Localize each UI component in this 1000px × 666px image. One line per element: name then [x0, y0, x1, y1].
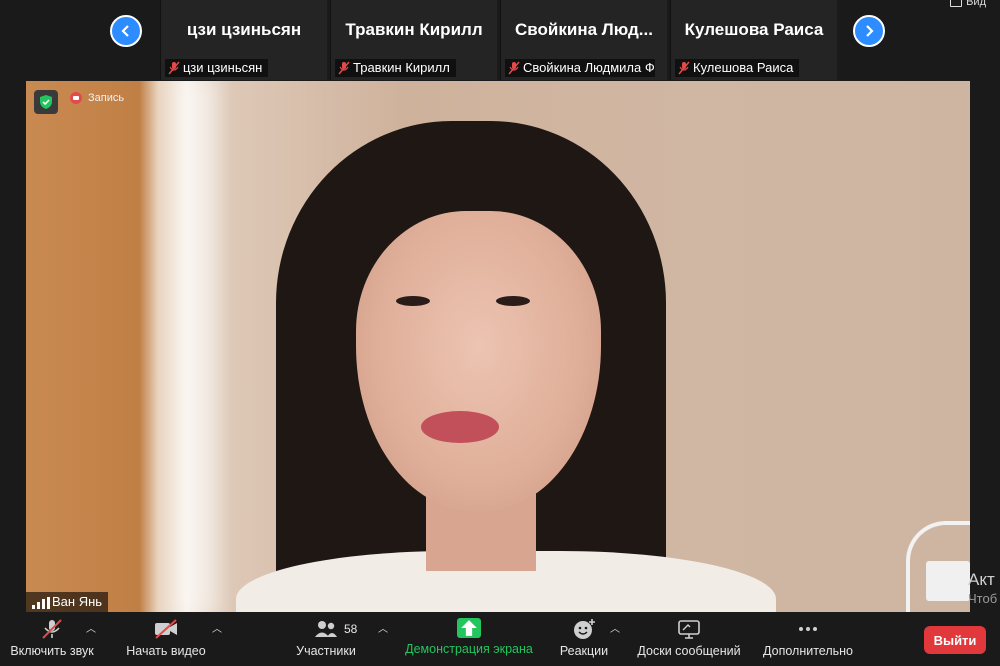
participant-tile[interactable]: Кулешова Раиса Кулешова Раиса	[670, 0, 837, 80]
chevron-right-icon	[866, 25, 874, 37]
participants-label: Участники	[296, 644, 356, 658]
charger-plug	[926, 561, 970, 601]
more-button[interactable]: Дополнительно	[760, 618, 856, 658]
share-screen-icon	[457, 618, 481, 638]
leave-meeting-button[interactable]: Выйти	[924, 626, 986, 654]
gallery-prev-button[interactable]	[110, 15, 142, 47]
mic-muted-icon	[678, 61, 690, 75]
start-video-label: Начать видео	[126, 644, 206, 658]
start-video-button[interactable]: Начать видео	[122, 618, 210, 658]
unmute-button[interactable]: Включить звук	[8, 618, 96, 658]
speaker-name-label: Ван Янь	[26, 592, 109, 612]
watermark-line: Акт	[968, 570, 995, 589]
chevron-left-icon	[121, 25, 129, 37]
participant-tile[interactable]: Травкин Кирилл Травкин Кирилл	[330, 0, 497, 80]
unmute-label: Включить звук	[10, 644, 94, 658]
gallery-next-button[interactable]	[853, 15, 885, 47]
whiteboards-label: Доски сообщений	[637, 644, 741, 658]
shield-icon	[40, 95, 52, 109]
participant-name: Травкин Кирилл	[345, 20, 483, 39]
whiteboards-button[interactable]: Доски сообщений	[634, 618, 744, 658]
participant-name: цзи цзиньсян	[186, 20, 302, 39]
emoji-add-icon	[574, 619, 595, 639]
participant-label-text: Кулешова Раиса	[693, 60, 794, 75]
security-shield-button[interactable]	[34, 90, 58, 114]
speaker-eye	[396, 296, 430, 306]
participant-name: Свойкина Люд...	[515, 20, 653, 39]
more-label: Дополнительно	[763, 644, 853, 658]
share-screen-label: Демонстрация экрана	[405, 642, 533, 656]
participants-icon	[315, 621, 337, 637]
reactions-options-caret[interactable]: ︿	[610, 620, 620, 635]
participants-options-caret[interactable]: ︿	[378, 620, 388, 635]
participant-label-text: цзи цзиньсян	[183, 60, 263, 75]
mic-muted-icon	[168, 61, 180, 75]
video-options-caret[interactable]: ︿	[212, 620, 222, 635]
recording-indicator[interactable]: Запись	[70, 92, 124, 104]
view-label: Вид	[966, 0, 986, 8]
signal-strength-icon	[32, 597, 50, 609]
gallery-strip: Вид цзи цзиньсян цзи цзиньсян Травкин Ки…	[0, 0, 1000, 80]
participant-label-text: Свойкина Людмила Ф...	[523, 60, 655, 75]
meeting-toolbar: Включить звук ︿ Начать видео ︿ Участники…	[0, 612, 1000, 666]
view-button[interactable]: Вид	[950, 0, 986, 8]
speaker-eye	[496, 296, 530, 306]
participants-count: 58	[344, 622, 358, 636]
recording-icon	[70, 92, 82, 104]
participant-name: Кулешова Раиса	[684, 20, 824, 39]
reactions-button[interactable]: Реакции	[556, 618, 612, 658]
share-screen-button[interactable]: Демонстрация экрана	[402, 618, 536, 656]
watermark-line: Чтоб	[968, 591, 998, 606]
video-off-icon	[155, 619, 177, 639]
speaker-name: Ван Янь	[52, 594, 103, 609]
curtain-highlight	[176, 81, 216, 612]
participant-label: цзи цзиньсян	[165, 59, 269, 77]
audio-options-caret[interactable]: ︿	[86, 620, 96, 635]
participant-label-text: Травкин Кирилл	[353, 60, 450, 75]
mic-muted-icon	[508, 61, 520, 75]
participant-label: Свойкина Людмила Ф...	[505, 59, 655, 77]
recording-label: Запись	[88, 92, 125, 104]
reactions-label: Реакции	[559, 644, 609, 658]
active-speaker-video[interactable]	[26, 81, 970, 612]
mic-muted-icon	[338, 61, 350, 75]
view-icon	[950, 0, 963, 7]
participant-label: Кулешова Раиса	[675, 59, 800, 77]
more-dots-icon	[799, 627, 817, 631]
mic-muted-icon	[42, 619, 62, 639]
speaker-mouth	[421, 411, 499, 443]
participant-tile[interactable]: Свойкина Люд... Свойкина Людмила Ф...	[500, 0, 667, 80]
participant-label: Травкин Кирилл	[335, 59, 456, 77]
whiteboard-icon	[678, 620, 700, 639]
participant-tile[interactable]: цзи цзиньсян цзи цзиньсян	[160, 0, 327, 80]
